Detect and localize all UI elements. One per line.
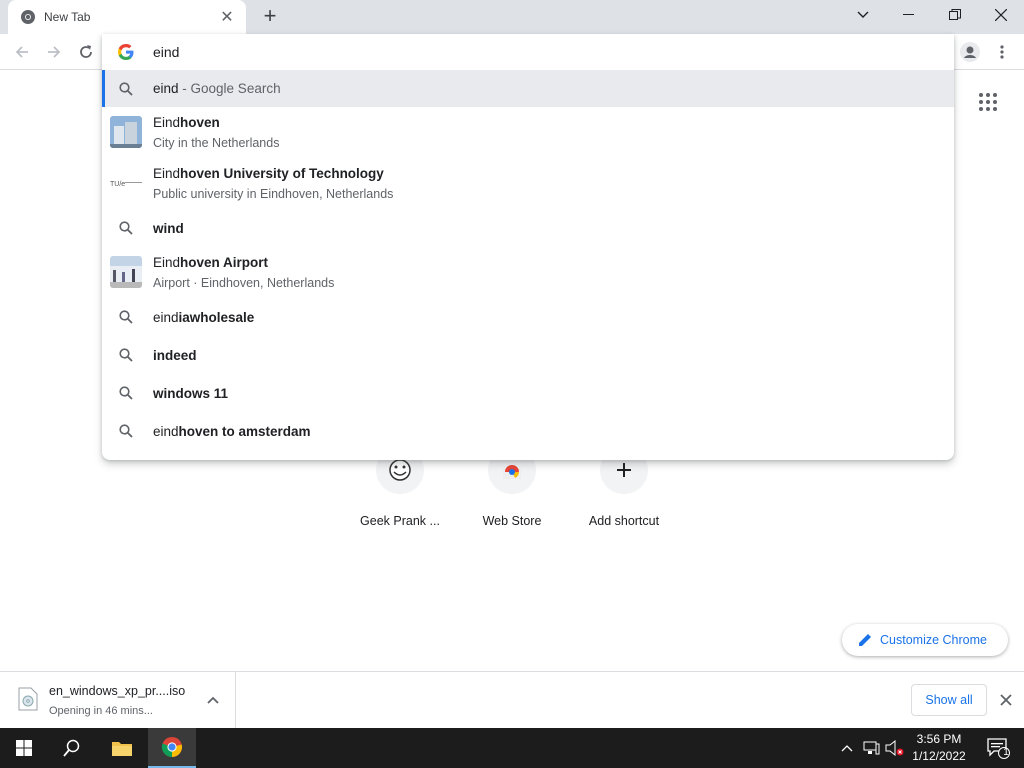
clock-time: 3:56 PM	[916, 732, 962, 746]
close-icon	[995, 9, 1007, 21]
search-icon	[119, 386, 133, 400]
suggestion-row[interactable]: wind	[102, 209, 954, 247]
plus-icon	[617, 463, 631, 477]
download-shelf: en_windows_xp_pr....iso Opening in 46 mi…	[0, 671, 1024, 728]
tab-strip: New Tab ✕ +	[0, 0, 1024, 34]
omnibox-popup: eind eind - Google Search Eindhoven City…	[102, 34, 954, 460]
suggestion-row[interactable]: windows 11	[102, 374, 954, 412]
search-icon	[63, 739, 80, 757]
network-tray-button[interactable]	[860, 728, 882, 768]
suggestion-subtext: Public university in Eindhoven, Netherla…	[153, 187, 394, 201]
download-status: Opening in 46 mins...	[49, 705, 153, 717]
kebab-menu-icon	[1000, 45, 1004, 59]
chrome-menu-button[interactable]	[992, 40, 1012, 64]
back-button[interactable]	[10, 40, 34, 64]
google-g-icon	[118, 44, 134, 60]
suggestion-text: indeed	[153, 348, 197, 363]
suggestion-row[interactable]: indeed	[102, 336, 954, 374]
chrome-icon	[161, 737, 183, 758]
arrow-right-icon	[48, 46, 61, 58]
chrome-icon	[21, 10, 35, 24]
start-button[interactable]	[0, 728, 48, 768]
arrow-left-icon	[15, 46, 28, 58]
tue-logo-thumbnail: TU/e	[110, 167, 142, 199]
reload-icon	[80, 45, 92, 58]
suggestion-row[interactable]: eindiawholesale	[102, 298, 954, 336]
close-shelf-button[interactable]	[996, 690, 1016, 710]
profile-button[interactable]	[958, 40, 982, 64]
pencil-icon	[859, 634, 871, 646]
search-icon	[119, 424, 133, 438]
restore-button[interactable]	[932, 0, 978, 30]
restore-icon	[949, 9, 961, 20]
suggestion-row[interactable]: Eindhoven Airport Airport · Eindhoven, N…	[102, 247, 954, 298]
windows-taskbar: 3:56 PM 1/12/2022 1	[0, 728, 1024, 768]
network-icon	[863, 741, 880, 755]
reload-button[interactable]	[74, 40, 98, 64]
suggestion-row[interactable]: eind - Google Search	[102, 70, 954, 107]
clock-date: 1/12/2022	[912, 749, 966, 763]
shortcut-label: Web Store	[482, 514, 542, 528]
close-icon	[1000, 694, 1012, 706]
search-taskbar-button[interactable]	[48, 728, 96, 768]
minimize-icon	[903, 14, 914, 15]
search-icon	[119, 348, 133, 362]
action-center-button[interactable]: 1	[978, 728, 1018, 768]
tab-close-icon[interactable]: ✕	[218, 7, 236, 27]
chevron-up-icon	[841, 745, 853, 752]
apps-grid-icon	[979, 93, 997, 111]
volume-tray-button[interactable]	[884, 728, 906, 768]
search-icon	[119, 310, 133, 324]
system-clock[interactable]: 3:56 PM 1/12/2022	[906, 731, 972, 765]
download-item[interactable]: en_windows_xp_pr....iso Opening in 46 mi…	[0, 672, 236, 728]
suggestion-subtext: Airport · Eindhoven, Netherlands	[153, 276, 335, 290]
avatar-icon	[960, 42, 980, 62]
disc-image-file-icon	[18, 687, 38, 711]
suggestion-text: eind - Google Search	[153, 81, 281, 96]
forward-button[interactable]	[42, 40, 66, 64]
suggestion-row[interactable]: Eindhoven City in the Netherlands	[102, 107, 954, 158]
shortcut-label: Add shortcut	[588, 514, 660, 528]
search-icon	[119, 82, 133, 96]
show-hidden-icons-button[interactable]	[838, 728, 856, 768]
shortcut-label: Geek Prank ...	[360, 514, 440, 528]
windows-logo-icon	[16, 740, 32, 756]
suggestion-text: wind	[153, 221, 184, 236]
minimize-button[interactable]	[886, 0, 932, 30]
suggestion-text: Eindhoven Airport	[153, 255, 269, 270]
eindhoven-thumbnail	[110, 116, 142, 148]
new-tab-button[interactable]: +	[258, 5, 282, 29]
suggestion-row[interactable]: eindhoven to amsterdam	[102, 412, 954, 450]
tab-new-tab[interactable]: New Tab ✕	[8, 0, 246, 34]
suggestion-text: eindiawholesale	[153, 310, 255, 325]
search-icon	[119, 221, 133, 235]
suggestion-text: eindhoven to amsterdam	[153, 424, 311, 439]
suggestion-text: Eindhoven University of Technology	[153, 166, 384, 181]
volume-muted-icon	[885, 740, 904, 756]
customize-label: Customize Chrome	[880, 633, 987, 647]
suggestion-subtext: City in the Netherlands	[153, 136, 280, 150]
troll-face-icon	[389, 459, 411, 481]
suggestion-text: Eindhoven	[153, 115, 220, 130]
airport-thumbnail	[110, 256, 142, 288]
chevron-down-icon	[857, 11, 869, 18]
tab-search-button[interactable]	[840, 0, 886, 30]
chrome-taskbar-button[interactable]	[148, 728, 196, 768]
omnibox-input[interactable]: eind	[102, 34, 954, 70]
notification-count: 1	[1003, 747, 1009, 758]
customize-chrome-button[interactable]: Customize Chrome	[842, 624, 1008, 656]
close-window-button[interactable]	[978, 0, 1024, 30]
suggestion-text: windows 11	[153, 386, 229, 401]
file-explorer-button[interactable]	[98, 728, 146, 768]
download-filename: en_windows_xp_pr....iso	[49, 684, 186, 698]
show-all-button[interactable]: Show all	[911, 684, 987, 716]
chevron-up-icon[interactable]	[205, 692, 221, 708]
suggestion-row[interactable]: TU/e Eindhoven University of Technology …	[102, 158, 954, 209]
svg-text:TU/e: TU/e	[110, 181, 125, 188]
folder-icon	[112, 742, 132, 756]
tab-title: New Tab	[44, 10, 91, 24]
web-store-icon	[503, 465, 521, 479]
omnibox-value: eind	[153, 44, 180, 60]
google-apps-button[interactable]	[978, 92, 1002, 116]
